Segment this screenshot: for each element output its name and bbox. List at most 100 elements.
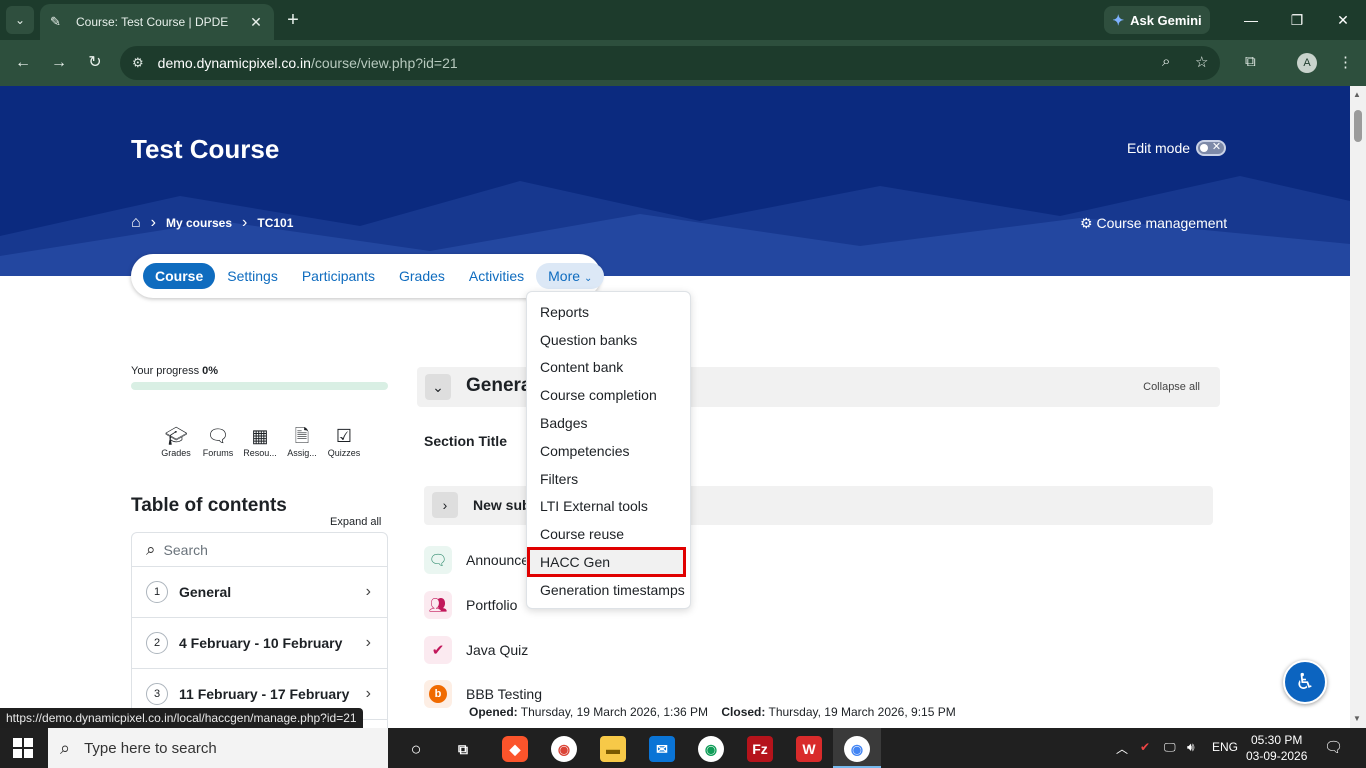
task-view-icon[interactable]: ⧉ (450, 736, 476, 762)
home-icon[interactable]: ⌂ (131, 214, 141, 232)
volume-icon[interactable]: 🔊︎ (1187, 740, 1195, 755)
browser-menu-icon[interactable]: ⋮ (1338, 53, 1353, 71)
edit-mode-control[interactable]: Edit mode ✕ (1127, 140, 1227, 156)
language-indicator[interactable]: ENG (1212, 740, 1238, 754)
wps-office-icon[interactable]: W (796, 736, 822, 762)
toc-search-input[interactable]: ⌕ Search (132, 533, 387, 567)
bookmark-star-icon[interactable]: ☆ (1195, 53, 1208, 71)
forward-arrow-icon[interactable]: → (48, 52, 70, 74)
menu-item-hacc-gen[interactable]: HACC Gen (527, 547, 686, 577)
chevron-right-icon: › (365, 583, 371, 600)
tab-close-icon[interactable]: ✕ (248, 14, 264, 31)
file-explorer-icon[interactable]: ▬ (600, 736, 626, 762)
menu-item-competencies[interactable]: Competencies (527, 437, 690, 465)
shortcut-resources[interactable]: ▦ Resou... (242, 424, 278, 458)
restore-window-icon[interactable]: ❐ (1274, 8, 1320, 32)
taskbar-active-app[interactable]: ◉ (833, 728, 881, 768)
activity-java-quiz[interactable]: ✔ Java Quiz (424, 636, 528, 664)
new-tab-button[interactable]: + (282, 9, 304, 31)
windows-start-icon[interactable] (13, 738, 33, 758)
notification-icon[interactable]: 🗨︎ (1324, 738, 1343, 756)
network-icon[interactable]: 🖵︎ (1164, 740, 1176, 755)
menu-item-course-reuse[interactable]: Course reuse (527, 520, 690, 548)
zoom-magnifier-icon[interactable]: ⌕ (1162, 53, 1170, 70)
back-arrow-icon[interactable]: ← (12, 52, 34, 74)
page-viewport: Test Course Edit mode ✕ ⌂ › My courses ›… (0, 86, 1350, 728)
subsection-expand-chevron-icon[interactable]: › (432, 492, 458, 518)
ask-gemini-button[interactable]: ✦ Ask Gemini (1104, 6, 1210, 34)
menu-item-course-completion[interactable]: Course completion (527, 381, 690, 409)
assignment-icon: 🗎︎ (294, 426, 310, 446)
activity-name[interactable]: Announce (466, 552, 529, 568)
taskbar-clock[interactable]: 05:30 PM 03-09-2026 (1246, 732, 1307, 764)
menu-item-generation-timestamps[interactable]: Generation timestamps (527, 576, 690, 604)
collapse-all-link[interactable]: Collapse all (1143, 381, 1200, 393)
profile-avatar[interactable]: A (1297, 53, 1317, 73)
shortcut-forums[interactable]: 🗨︎ Forums (200, 424, 236, 458)
nav-settings[interactable]: Settings (215, 263, 290, 289)
minimize-window-icon[interactable]: — (1228, 8, 1274, 32)
accessibility-icon[interactable]: ♿︎ (1283, 660, 1327, 704)
subsection-title[interactable]: New sub (473, 497, 531, 513)
activity-name[interactable]: Portfolio (466, 597, 517, 613)
nav-activities[interactable]: Activities (457, 263, 536, 289)
activity-name[interactable]: BBB Testing (466, 686, 542, 702)
activity-bbb-testing[interactable]: b BBB Testing (424, 680, 542, 708)
nav-participants[interactable]: Participants (290, 263, 387, 289)
toc-item-label: 4 February - 10 February (179, 635, 343, 651)
menu-item-content-bank[interactable]: Content bank (527, 354, 690, 382)
bigbluebutton-icon: b (424, 680, 452, 708)
chrome-profile-icon[interactable]: ◉ (698, 736, 724, 762)
brave-browser-icon[interactable]: ◆ (502, 736, 528, 762)
tab-search-chevron-icon[interactable]: ⌄ (6, 6, 34, 34)
breadcrumb-my-courses[interactable]: My courses (166, 216, 232, 230)
shortcut-grades[interactable]: 🎓︎ Grades (158, 424, 194, 458)
menu-item-filters[interactable]: Filters (527, 465, 690, 493)
site-info-icon[interactable]: ⚙ (132, 55, 144, 71)
clock-time: 05:30 PM (1251, 733, 1303, 747)
browser-tab-active[interactable]: ✎ Course: Test Course | DPDE ✕ (40, 4, 274, 40)
gemini-sparkle-icon: ✦ (1112, 11, 1125, 28)
mail-icon[interactable]: ✉ (649, 736, 675, 762)
tray-chevron-up-icon[interactable]: ︿ (1116, 740, 1128, 757)
reload-icon[interactable]: ↻ (84, 52, 106, 74)
section-collapse-chevron-icon[interactable]: ⌄ (425, 374, 451, 400)
windows-taskbar: ⌕ Type here to search ○ ⧉ ◆ ◉ ▬ ✉ ◉ Fz W… (0, 728, 1366, 768)
nav-more-button[interactable]: More ⌄ (536, 263, 605, 289)
activity-portfolio[interactable]: 👥︎ Portfolio (424, 591, 517, 619)
shortcut-assignments[interactable]: 🗎︎ Assig... (284, 424, 320, 458)
forum-bubble-icon: 🗨︎ (206, 426, 230, 446)
cortana-circle-icon[interactable]: ○ (403, 736, 429, 762)
menu-item-reports[interactable]: Reports (527, 298, 690, 326)
menu-item-question-banks[interactable]: Question banks (527, 326, 690, 354)
close-window-icon[interactable]: ✕ (1320, 8, 1366, 32)
activity-announcements[interactable]: 🗨︎ Announce (424, 546, 529, 574)
address-bar[interactable]: ⚙ demo.dynamicpixel.co.in/course/view.ph… (120, 46, 1220, 80)
quiz-check-icon: ✔ (424, 636, 452, 664)
edit-mode-toggle[interactable]: ✕ (1196, 140, 1227, 156)
more-dropdown-menu: Reports Question banks Content bank Cour… (526, 291, 691, 609)
menu-item-badges[interactable]: Badges (527, 409, 690, 437)
scroll-up-icon[interactable]: ▲ (1353, 90, 1361, 99)
expand-all-link[interactable]: Expand all (330, 516, 381, 528)
breadcrumb-course[interactable]: TC101 (257, 216, 293, 230)
scrollbar-thumb[interactable] (1354, 110, 1362, 142)
graduation-cap-icon: 🎓︎ (164, 426, 188, 446)
nav-grades[interactable]: Grades (387, 263, 457, 289)
nav-course[interactable]: Course (143, 263, 216, 289)
shortcut-quizzes[interactable]: ☑ Quizzes (326, 424, 362, 458)
toc-item-week-1[interactable]: 2 4 February - 10 February › (132, 618, 387, 669)
tray-app-icon[interactable]: ✔ (1140, 740, 1150, 754)
toc-item-general[interactable]: 1 General › (132, 567, 387, 618)
chrome-icon[interactable]: ◉ (551, 736, 577, 762)
breadcrumb-chevron-icon: › (150, 214, 156, 231)
extensions-puzzle-icon[interactable]: ⧉ (1245, 53, 1256, 70)
gear-icon: ⚙ (1080, 215, 1093, 231)
course-management-link[interactable]: ⚙ Course management (1080, 215, 1227, 232)
page-scrollbar[interactable]: ▲ ▼ (1350, 86, 1366, 728)
menu-item-lti-external-tools[interactable]: LTI External tools (527, 493, 690, 521)
scroll-down-icon[interactable]: ▼ (1353, 714, 1361, 723)
filezilla-icon[interactable]: Fz (747, 736, 773, 762)
activity-name[interactable]: Java Quiz (466, 642, 528, 658)
taskbar-search-box[interactable]: ⌕ Type here to search (48, 728, 388, 768)
